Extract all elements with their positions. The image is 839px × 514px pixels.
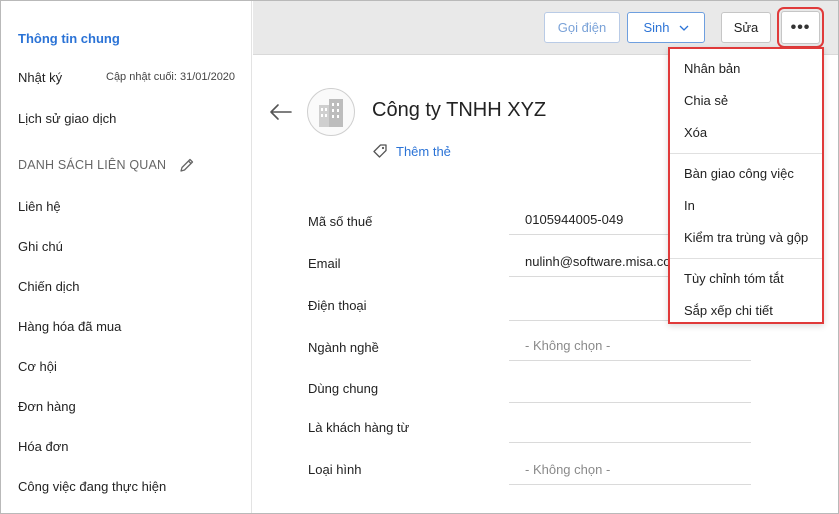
menu-divider bbox=[670, 258, 822, 259]
sidebar-item-opportunities[interactable]: Cơ hội bbox=[18, 359, 57, 374]
phone-label: Điện thoại bbox=[308, 298, 367, 313]
app-window: Thông tin chung Nhật ký Cập nhật cuối: 3… bbox=[0, 0, 839, 514]
menu-item-print[interactable]: In bbox=[684, 198, 695, 213]
menu-item-arrange-details[interactable]: Sắp xếp chi tiết bbox=[684, 303, 773, 318]
last-updated-text: Cập nhật cuối: 31/01/2020 bbox=[106, 71, 236, 83]
sidebar-item-invoices[interactable]: Hóa đơn bbox=[18, 439, 68, 454]
generate-button[interactable]: Sinh bbox=[627, 12, 705, 43]
sidebar-item-purchased-goods[interactable]: Hàng hóa đã mua bbox=[18, 319, 121, 334]
generate-button-label: Sinh bbox=[643, 20, 670, 35]
building-icon bbox=[319, 99, 343, 127]
menu-item-share[interactable]: Chia sẻ bbox=[684, 93, 728, 108]
sidebar-item-notes[interactable]: Ghi chú bbox=[18, 239, 63, 254]
shared-field[interactable] bbox=[509, 373, 751, 403]
sidebar-item-contacts[interactable]: Liên hệ bbox=[18, 199, 61, 214]
menu-item-customize-summary[interactable]: Tùy chỉnh tóm tắt bbox=[684, 271, 784, 286]
call-button[interactable]: Gọi điện bbox=[544, 12, 620, 43]
sidebar-item-orders[interactable]: Đơn hàng bbox=[18, 399, 76, 414]
menu-item-delete[interactable]: Xóa bbox=[684, 125, 707, 140]
customer-since-field[interactable] bbox=[509, 413, 751, 443]
type-select[interactable]: - Không chọn - bbox=[509, 455, 751, 485]
industry-select[interactable]: - Không chọn - bbox=[509, 331, 751, 361]
add-tag-link[interactable]: Thêm thẻ bbox=[372, 143, 451, 159]
tax-code-label: Mã số thuế bbox=[308, 214, 373, 229]
add-tag-label: Thêm thẻ bbox=[396, 143, 451, 159]
menu-item-hand-over-tasks[interactable]: Bàn giao công việc bbox=[684, 166, 794, 181]
tag-icon bbox=[373, 144, 387, 158]
email-label: Email bbox=[308, 256, 341, 271]
sidebar-item-general-info[interactable]: Thông tin chung bbox=[18, 31, 120, 46]
related-list-heading: DANH SÁCH LIÊN QUAN bbox=[18, 158, 167, 172]
pencil-icon[interactable] bbox=[179, 157, 195, 173]
type-label: Loại hình bbox=[308, 462, 362, 477]
back-arrow-icon[interactable] bbox=[268, 102, 292, 122]
customer-since-label: Là khách hàng từ bbox=[308, 420, 410, 435]
sidebar-item-campaigns[interactable]: Chiến dịch bbox=[18, 279, 79, 294]
company-avatar bbox=[307, 88, 355, 136]
menu-item-check-duplicates-merge[interactable]: Kiểm tra trùng và gộp bbox=[684, 230, 808, 245]
more-options-button[interactable]: ••• bbox=[777, 7, 824, 48]
sidebar-item-ongoing-tasks[interactable]: Công việc đang thực hiện bbox=[18, 479, 166, 494]
more-options-menu: Nhân bản Chia sẻ Xóa Bàn giao công việc … bbox=[668, 47, 824, 324]
menu-item-duplicate[interactable]: Nhân bản bbox=[684, 61, 740, 76]
edit-button[interactable]: Sửa bbox=[721, 12, 771, 43]
sidebar: Thông tin chung Nhật ký Cập nhật cuối: 3… bbox=[1, 1, 252, 513]
sidebar-item-transaction-history[interactable]: Lịch sử giao dịch bbox=[18, 111, 116, 126]
company-name: Công ty TNHH XYZ bbox=[372, 99, 547, 121]
shared-label: Dùng chung bbox=[308, 381, 379, 396]
industry-label: Ngành nghề bbox=[308, 340, 379, 355]
sidebar-item-log[interactable]: Nhật ký bbox=[18, 70, 62, 85]
chevron-down-icon bbox=[679, 25, 688, 31]
menu-divider bbox=[670, 153, 822, 154]
